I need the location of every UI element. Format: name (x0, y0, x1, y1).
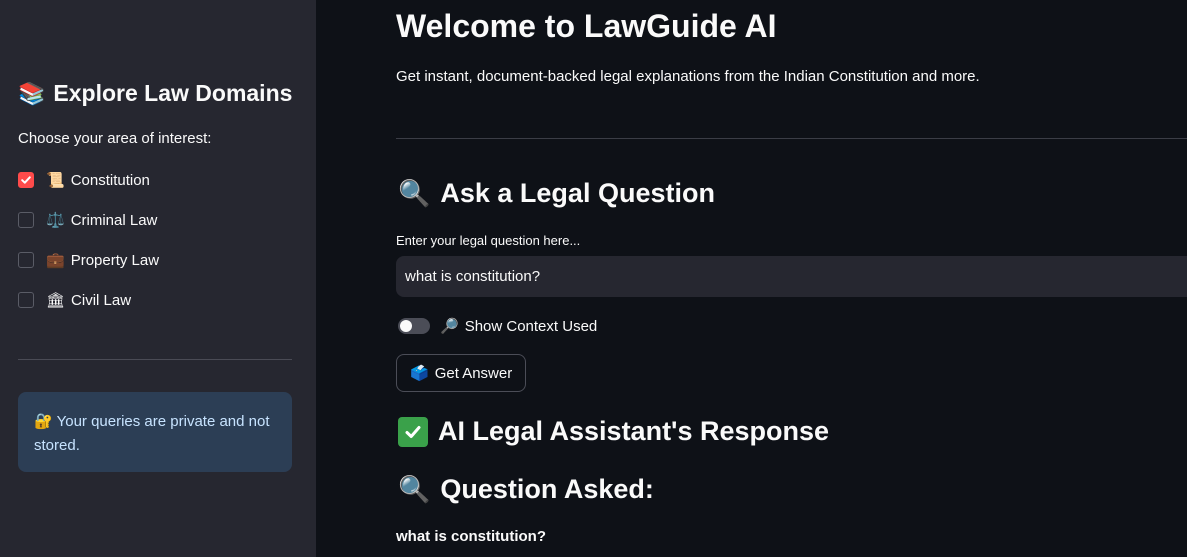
checkbox-unchecked-icon[interactable] (18, 212, 34, 228)
privacy-info-box: 🔐 Your queries are private and not store… (18, 392, 292, 472)
question-asked-heading-text: Question Asked: (440, 474, 654, 504)
ask-question-heading: 🔍 Ask a Legal Question (398, 178, 715, 209)
checkbox-checked-icon[interactable] (18, 172, 34, 188)
response-heading: AI Legal Assistant's Response (398, 416, 829, 447)
scroll-icon: 📜 (46, 172, 65, 189)
toggle-knob (400, 320, 412, 332)
question-asked-heading: 🔍 Question Asked: (398, 474, 654, 505)
magnifying-glass-icon: 🔍 (398, 474, 431, 504)
checkbox-civil-law[interactable]: 🏛 Civil Law (18, 289, 131, 311)
asked-question-text: what is constitution? (396, 528, 546, 545)
checkbox-label: Criminal Law (70, 211, 158, 229)
toggle-label: Show Context Used (464, 317, 598, 335)
magnifying-glass-icon: 🔍 (398, 178, 431, 208)
checkbox-unchecked-icon[interactable] (18, 252, 34, 268)
briefcase-icon: 💼 (46, 252, 65, 269)
sidebar: 📚 Explore Law Domains Choose your area of… (0, 0, 316, 557)
checkbox-criminal-law[interactable]: ⚖️ Criminal Law (18, 209, 157, 231)
classical-building-icon: 🏛 (46, 292, 66, 309)
magnifying-glass-right-icon: 🔎 (440, 318, 459, 335)
privacy-info-text: Your queries are private and not stored. (34, 413, 270, 454)
show-context-toggle[interactable]: 🔎 Show Context Used (398, 316, 597, 336)
sidebar-divider (18, 359, 292, 360)
ask-question-heading-text: Ask a Legal Question (440, 178, 715, 208)
books-icon: 📚 (18, 81, 46, 106)
toggle-switch[interactable] (398, 318, 430, 334)
lock-with-key-icon: 🔐 (34, 413, 53, 430)
page-title: Welcome to LawGuide AI (396, 8, 777, 44)
app: 📚 Explore Law Domains Choose your area of… (0, 0, 1187, 557)
get-answer-button-label: Get Answer (434, 364, 513, 382)
get-answer-button[interactable]: 🗳️ Get Answer (396, 354, 527, 392)
sidebar-title-text: Explore Law Domains (53, 80, 293, 106)
checkbox-label: Constitution (70, 171, 150, 189)
page-subtitle: Get instant, document-backed legal expla… (396, 68, 980, 85)
checkbox-label: Property Law (70, 251, 160, 269)
checkbox-unchecked-icon[interactable] (18, 292, 34, 308)
scales-icon: ⚖️ (46, 212, 65, 229)
main-divider (396, 138, 1187, 139)
sidebar-subtitle: Choose your area of interest: (18, 130, 212, 147)
response-heading-text: AI Legal Assistant's Response (438, 416, 830, 446)
checkbox-constitution[interactable]: 📜 Constitution (18, 169, 150, 191)
question-input-label: Enter your legal question here... (396, 233, 581, 248)
checkbox-label: Civil Law (71, 291, 132, 309)
checkbox-property-law[interactable]: 💼 Property Law (18, 249, 159, 271)
check-mark-icon (398, 416, 428, 447)
question-input[interactable] (396, 256, 1187, 297)
sidebar-title: 📚 Explore Law Domains (18, 80, 292, 107)
ballot-box-icon: 🗳️ (410, 365, 429, 382)
